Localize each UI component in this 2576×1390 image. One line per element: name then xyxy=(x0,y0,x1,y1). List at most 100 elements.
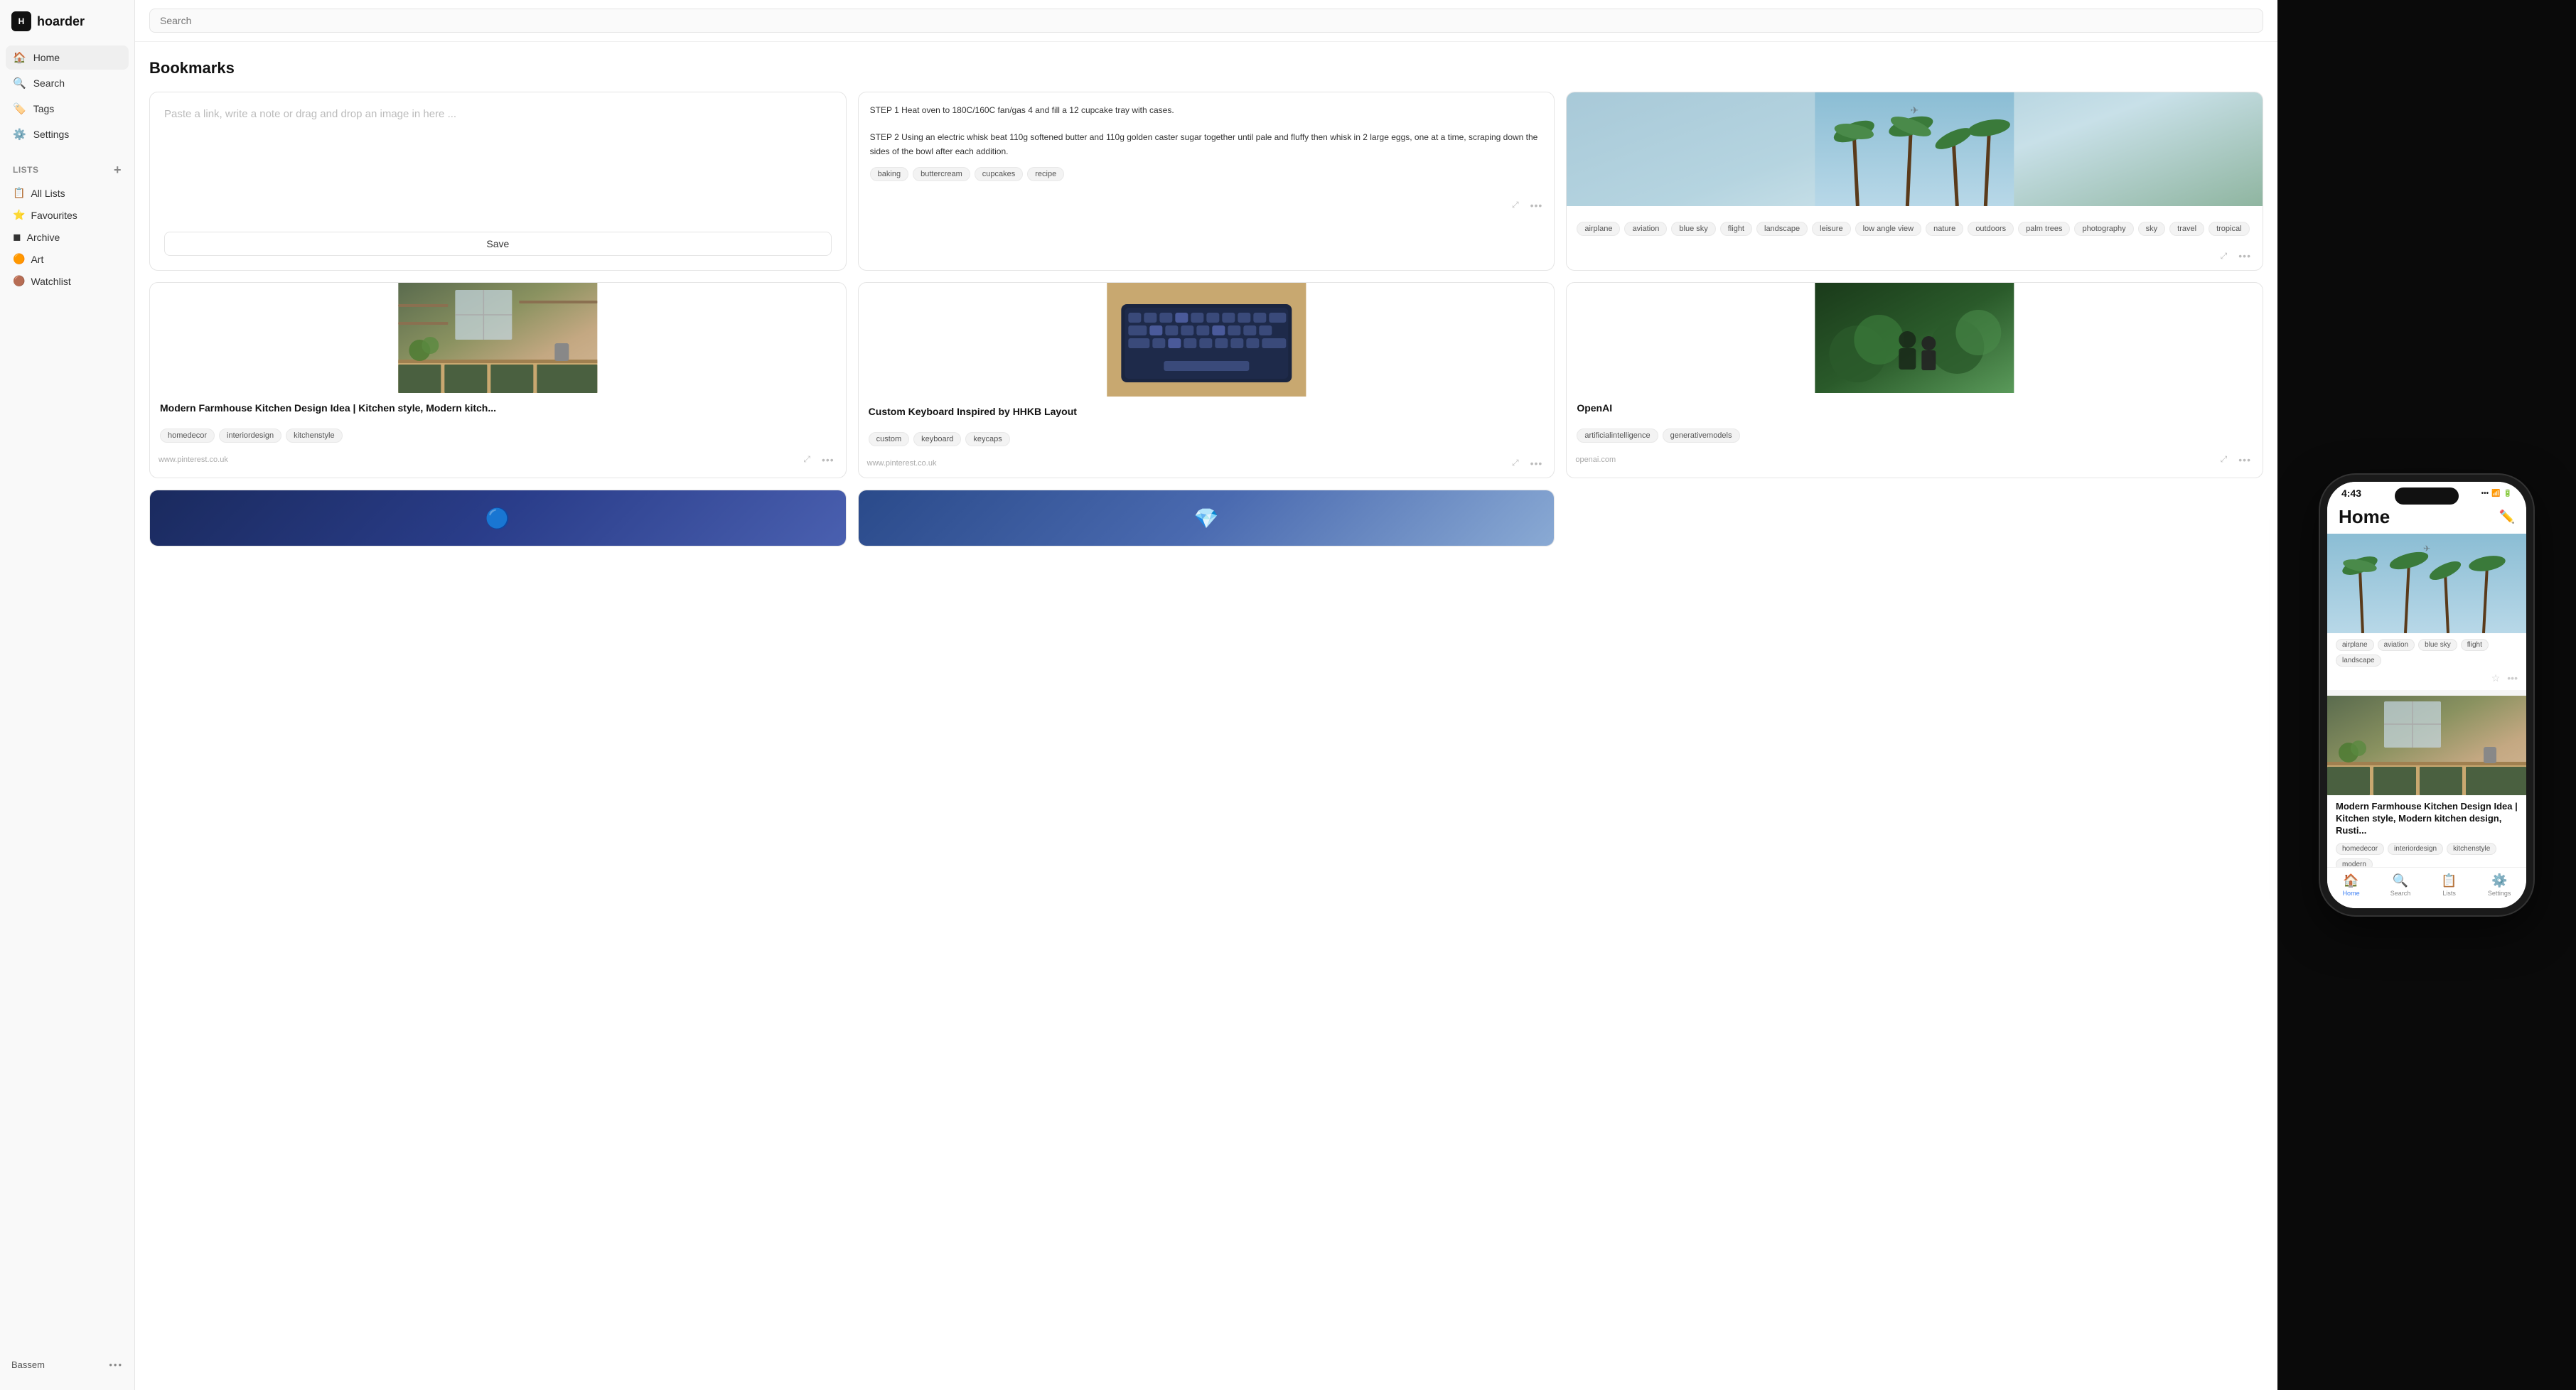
phone-palm-actions: ☆ ••• xyxy=(2327,669,2526,690)
phone-tag-interiordesign[interactable]: interiordesign xyxy=(2388,843,2443,855)
sidebar-item-tags[interactable]: 🏷️ Tags xyxy=(6,97,129,121)
list-item-art[interactable]: 🟠 Art xyxy=(6,248,129,270)
phone-tag-kitchenstyle[interactable]: kitchenstyle xyxy=(2447,843,2496,855)
phone-nav-settings[interactable]: ⚙️ Settings xyxy=(2488,873,2511,897)
tag-keycaps[interactable]: keycaps xyxy=(965,432,1009,446)
search-input[interactable] xyxy=(149,9,2263,33)
sidebar-item-home[interactable]: 🏠 Home xyxy=(6,45,129,70)
phone-tag-landscape[interactable]: landscape xyxy=(2336,654,2381,667)
phone-lists-icon: 📋 xyxy=(2441,873,2457,888)
phone-bottom-nav: 🏠 Home 🔍 Search 📋 Lists ⚙️ Settings xyxy=(2327,867,2526,908)
tag-cupcakes[interactable]: cupcakes xyxy=(975,167,1023,181)
keyboard-more-button[interactable]: ••• xyxy=(1528,456,1546,470)
openai-more-button[interactable]: ••• xyxy=(2236,453,2254,467)
list-item-all[interactable]: 📋 All Lists xyxy=(6,182,129,204)
list-item-favourites-label: Favourites xyxy=(31,210,77,221)
tag-interiordesign[interactable]: interiordesign xyxy=(219,429,281,443)
list-item-archive[interactable]: ◼ Archive xyxy=(6,226,129,248)
tag-aviation[interactable]: aviation xyxy=(1624,222,1667,236)
kitchen-title: Modern Farmhouse Kitchen Design Idea | K… xyxy=(150,393,846,420)
add-list-button[interactable]: + xyxy=(114,163,122,176)
list-item-favourites[interactable]: ⭐ Favourites xyxy=(6,204,129,226)
save-button[interactable]: Save xyxy=(164,232,832,256)
palm-image: ✈ xyxy=(1567,92,2263,206)
content-area: Bookmarks Paste a link, write a note or … xyxy=(135,42,2277,1390)
palm-tags: airplane aviation blue sky flight landsc… xyxy=(1577,222,2253,236)
tag-buttercream[interactable]: buttercream xyxy=(913,167,970,181)
palm-more-options-button[interactable]: ••• xyxy=(2236,249,2254,263)
add-bookmark-card[interactable]: Paste a link, write a note or drag and d… xyxy=(149,92,847,271)
recipe-card-actions: ⤢ ••• xyxy=(859,193,1555,220)
bottom-card-1: 🔵 xyxy=(149,490,847,546)
tag-outdoors[interactable]: outdoors xyxy=(1968,222,2014,236)
page-title: Bookmarks xyxy=(149,59,2263,77)
sidebar-item-settings[interactable]: ⚙️ Settings xyxy=(6,122,129,146)
more-options-button[interactable]: ••• xyxy=(1528,198,1546,212)
logo-icon: H xyxy=(11,11,31,31)
tag-generative[interactable]: generativemodels xyxy=(1663,429,1740,443)
tag-nature[interactable]: nature xyxy=(1926,222,1963,236)
tag-blue-sky[interactable]: blue sky xyxy=(1671,222,1715,236)
keyboard-expand-button[interactable]: ⤢ xyxy=(1509,456,1522,470)
phone-tag-aviation[interactable]: aviation xyxy=(2378,639,2415,651)
sidebar-item-search[interactable]: 🔍 Search xyxy=(6,71,129,95)
phone-palm-tags: airplane aviation blue sky flight landsc… xyxy=(2327,633,2526,669)
tag-custom[interactable]: custom xyxy=(869,432,909,446)
phone-nav-lists[interactable]: 📋 Lists xyxy=(2441,873,2457,897)
tag-flight[interactable]: flight xyxy=(1720,222,1752,236)
phone-page-title: Home xyxy=(2339,506,2390,528)
tag-kitchenstyle[interactable]: kitchenstyle xyxy=(286,429,342,443)
search-icon: 🔍 xyxy=(13,77,26,90)
app-logo[interactable]: H hoarder xyxy=(0,11,134,45)
tag-tropical[interactable]: tropical xyxy=(2209,222,2249,236)
kitchen-more-button[interactable]: ••• xyxy=(819,453,837,467)
sidebar-item-search-label: Search xyxy=(33,77,65,89)
kitchen-card-footer: www.pinterest.co.uk ⤢ ••• xyxy=(150,448,846,474)
tag-baking[interactable]: baking xyxy=(870,167,908,181)
phone-nav-search-label: Search xyxy=(2390,890,2411,897)
wifi-icon: 📶 xyxy=(2491,490,2500,497)
phone-edit-icon[interactable]: ✏️ xyxy=(2499,510,2515,524)
tag-photography[interactable]: photography xyxy=(2074,222,2133,236)
tag-sky[interactable]: sky xyxy=(2138,222,2166,236)
phone-header: Home ✏️ xyxy=(2327,502,2526,534)
expand-button[interactable]: ⤢ xyxy=(1509,198,1522,212)
sidebar-nav: 🏠 Home 🔍 Search 🏷️ Tags ⚙️ Settings xyxy=(0,45,134,146)
phone-nav-search[interactable]: 🔍 Search xyxy=(2390,873,2411,897)
tag-airplane[interactable]: airplane xyxy=(1577,222,1620,236)
add-card-placeholder: Paste a link, write a note or drag and d… xyxy=(164,107,832,123)
tag-travel[interactable]: travel xyxy=(2169,222,2204,236)
openai-expand-button[interactable]: ⤢ xyxy=(2218,453,2231,467)
phone-more-button[interactable]: ••• xyxy=(2507,672,2518,684)
username: Bassem xyxy=(11,1359,45,1370)
user-menu-button[interactable]: ••• xyxy=(109,1359,123,1370)
phone-tag-blue-sky[interactable]: blue sky xyxy=(2418,639,2457,651)
sidebar-item-home-label: Home xyxy=(33,52,60,63)
tag-keyboard[interactable]: keyboard xyxy=(913,432,961,446)
tag-ai[interactable]: artificialintelligence xyxy=(1577,429,1658,443)
openai-url: openai.com xyxy=(1575,456,1616,464)
phone-status-icons: ••• 📶 🔋 xyxy=(2481,490,2512,497)
phone-tag-modern[interactable]: modern xyxy=(2336,858,2373,867)
watchlist-icon: 🟤 xyxy=(13,275,25,287)
tag-homedecor[interactable]: homedecor xyxy=(160,429,215,443)
tag-low-angle[interactable]: low angle view xyxy=(1855,222,1922,236)
tag-recipe[interactable]: recipe xyxy=(1027,167,1064,181)
bottom-card-1-image: 🔵 xyxy=(150,490,846,546)
openai-tags: artificialintelligence generativemodels xyxy=(1567,429,2263,448)
list-item-watchlist[interactable]: 🟤 Watchlist xyxy=(6,270,129,292)
phone-tag-flight[interactable]: flight xyxy=(2461,639,2489,651)
phone-tag-homedecor[interactable]: homedecor xyxy=(2336,843,2384,855)
kitchen-expand-button[interactable]: ⤢ xyxy=(800,453,813,467)
phone-star-button[interactable]: ☆ xyxy=(2491,672,2501,684)
openai-card: OpenAI artificialintelligence generative… xyxy=(1566,282,2263,478)
tag-leisure[interactable]: leisure xyxy=(1812,222,1850,236)
phone-mockup: 4:43 ••• 📶 🔋 Home ✏️ xyxy=(2320,475,2533,915)
phone-nav-home[interactable]: 🏠 Home xyxy=(2343,873,2360,897)
sidebar: H hoarder 🏠 Home 🔍 Search 🏷️ Tags ⚙️ Set… xyxy=(0,0,135,1390)
tag-landscape[interactable]: landscape xyxy=(1756,222,1808,236)
phone-tag-airplane[interactable]: airplane xyxy=(2336,639,2374,651)
palm-expand-button[interactable]: ⤢ xyxy=(2218,249,2231,263)
archive-icon: ◼ xyxy=(13,231,21,243)
tag-palm-trees[interactable]: palm trees xyxy=(2018,222,2070,236)
